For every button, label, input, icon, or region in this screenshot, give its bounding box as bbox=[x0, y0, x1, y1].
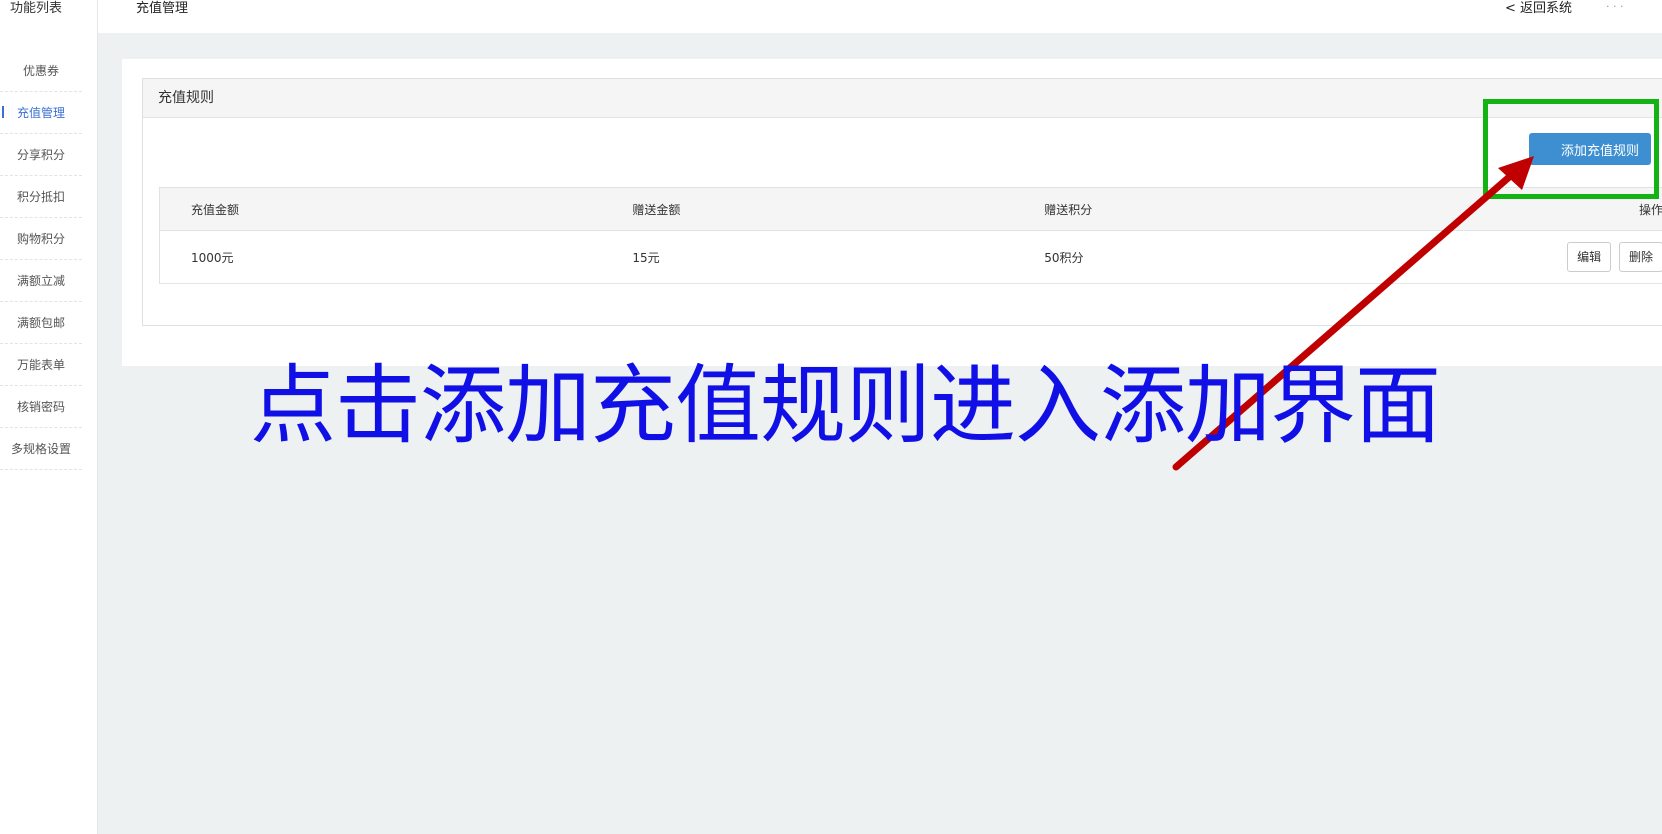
content-panel: 充值规则 添加充值规则 充值金额 赠送金额 赠送积分 操作 1000元 15元 … bbox=[122, 59, 1662, 366]
cell-actions: 编辑 删除 bbox=[1455, 230, 1662, 284]
sidebar-item-label: 核销密码 bbox=[16, 400, 65, 414]
cell-bonus-amount: 15元 bbox=[631, 230, 1044, 284]
sidebar-item-multi-spec[interactable]: 多规格设置 bbox=[0, 428, 82, 470]
sidebar-item-label: 优惠券 bbox=[22, 64, 59, 78]
sidebar-item-label: 积分抵扣 bbox=[16, 190, 65, 204]
page-title: 充值管理 bbox=[136, 1, 189, 16]
sidebar-item-label: 充值管理 bbox=[16, 106, 65, 120]
table-header-row: 充值金额 赠送金额 赠送积分 操作 bbox=[159, 187, 1662, 231]
delete-button[interactable]: 删除 bbox=[1618, 242, 1662, 272]
sidebar-item-label: 满额包邮 bbox=[16, 316, 65, 330]
recharge-rules-table: 充值金额 赠送金额 赠送积分 操作 1000元 15元 50积分 编辑 删除 bbox=[159, 187, 1662, 284]
sidebar-item-free-shipping[interactable]: 满额包邮 bbox=[0, 302, 82, 344]
table-row: 1000元 15元 50积分 编辑 删除 bbox=[159, 230, 1662, 284]
sidebar-item-label: 多规格设置 bbox=[10, 442, 71, 456]
sidebar-item-full-reduction[interactable]: 满额立减 bbox=[0, 260, 82, 302]
column-header-bonus-amount: 赠送金额 bbox=[631, 187, 1044, 231]
box-title: 充值规则 bbox=[143, 79, 1662, 118]
sidebar-item-label: 分享积分 bbox=[16, 148, 65, 162]
recharge-rules-box: 充值规则 添加充值规则 充值金额 赠送金额 赠送积分 操作 1000元 15元 … bbox=[142, 78, 1662, 326]
cell-amount: 1000元 bbox=[159, 230, 632, 284]
sidebar: 功能列表 优惠券 充值管理 分享积分 积分抵扣 购物积分 满额立减 满额包邮 万… bbox=[0, 0, 98, 834]
cell-bonus-points: 50积分 bbox=[1043, 230, 1456, 284]
sidebar-item-label: 购物积分 bbox=[16, 232, 65, 246]
edit-button[interactable]: 编辑 bbox=[1567, 242, 1612, 272]
sidebar-item-shopping-points[interactable]: 购物积分 bbox=[0, 218, 82, 260]
sidebar-item-label: 万能表单 bbox=[16, 358, 65, 372]
user-avatar[interactable]: · · · bbox=[1606, 0, 1623, 14]
sidebar-menu: 优惠券 充值管理 分享积分 积分抵扣 购物积分 满额立减 满额包邮 万能表单 核… bbox=[0, 50, 82, 470]
sidebar-item-recharge[interactable]: 充值管理 bbox=[0, 92, 82, 134]
sidebar-title: 功能列表 bbox=[9, 1, 62, 16]
sidebar-item-share-points[interactable]: 分享积分 bbox=[0, 134, 82, 176]
annotation-instruction-text: 点击添加充值规则进入添加界面 bbox=[250, 356, 1441, 456]
back-to-system-link[interactable]: < 返回系统 bbox=[1505, 0, 1572, 18]
top-bar: 充值管理 < 返回系统 · · · bbox=[98, 0, 1662, 33]
column-header-bonus-points: 赠送积分 bbox=[1043, 187, 1456, 231]
annotation-highlight-box bbox=[1483, 99, 1659, 199]
sidebar-item-points-deduction[interactable]: 积分抵扣 bbox=[0, 176, 82, 218]
sidebar-item-verify-password[interactable]: 核销密码 bbox=[0, 386, 82, 428]
sidebar-item-label: 满额立减 bbox=[16, 274, 65, 288]
column-header-amount: 充值金额 bbox=[159, 187, 632, 231]
sidebar-item-universal-form[interactable]: 万能表单 bbox=[0, 344, 82, 386]
sidebar-item-coupon[interactable]: 优惠券 bbox=[0, 50, 82, 92]
